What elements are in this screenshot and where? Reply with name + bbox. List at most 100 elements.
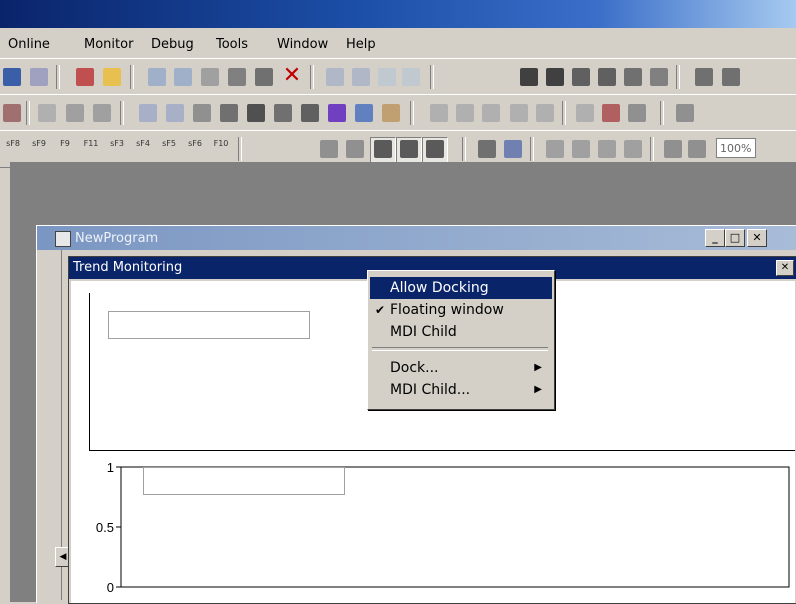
delete-contact-icon[interactable] [352, 68, 370, 86]
insert-contact-icon[interactable] [326, 68, 344, 86]
program-window-title: NewProgram [75, 231, 159, 246]
find-next-icon[interactable] [546, 68, 564, 86]
variable-icon[interactable] [355, 104, 373, 122]
module-icon[interactable] [76, 68, 94, 86]
line-icon[interactable] [378, 68, 396, 86]
contact-p-icon[interactable] [482, 104, 500, 122]
fkey-f11-icon[interactable]: F11 [80, 139, 102, 161]
trend-close-button[interactable]: ✕ [776, 260, 794, 276]
network-icon[interactable] [193, 104, 211, 122]
pen-icon[interactable] [38, 104, 56, 122]
trend-icon[interactable] [328, 104, 346, 122]
trend-chart-pane: 1 0.5 0 [71, 453, 795, 603]
upload-icon[interactable] [598, 140, 616, 158]
y-tick-label: 0.5 [96, 520, 114, 535]
toolbar-separator [56, 65, 60, 89]
menu-monitor[interactable]: Monitor [84, 37, 133, 52]
download-icon[interactable] [572, 140, 590, 158]
fkey-sf8-icon[interactable]: sF8 [2, 139, 24, 161]
checkmark-icon: ✔ [375, 303, 386, 317]
menu-allow-docking[interactable]: Allow Docking [370, 277, 552, 299]
fkey-sf3-icon[interactable]: sF3 [106, 139, 128, 161]
program-window-title-bar[interactable]: NewProgram _ □ ✕ [37, 226, 796, 250]
close-button[interactable]: ✕ [747, 229, 767, 247]
menu-window[interactable]: Window [277, 37, 328, 52]
menu-mdi-child-sub[interactable]: MDI Child... ▶ [370, 379, 552, 401]
connect-icon[interactable] [3, 68, 21, 86]
contact-nc-icon[interactable] [456, 104, 474, 122]
program-window-icon [55, 231, 71, 247]
output-icon[interactable] [628, 104, 646, 122]
window-buttons: _ □ ✕ [705, 229, 777, 247]
toolbar-standard: ✕ [0, 58, 796, 96]
menu-mdi-child[interactable]: MDI Child [370, 321, 552, 343]
find-icon[interactable] [520, 68, 538, 86]
menu-online[interactable]: Online [8, 37, 50, 52]
fkey-sf6-icon[interactable]: sF6 [184, 139, 206, 161]
fkey-sf5-icon[interactable]: sF5 [158, 139, 180, 161]
contact-no-icon[interactable] [430, 104, 448, 122]
fkey-f10-icon[interactable]: F10 [210, 139, 232, 161]
menu-tools[interactable]: Tools [216, 37, 248, 52]
export-icon[interactable] [220, 104, 238, 122]
zoom-level-field[interactable]: 100% [716, 138, 756, 158]
menu-debug[interactable]: Debug [151, 37, 194, 52]
zoom-out-icon[interactable] [688, 140, 706, 158]
print-icon[interactable] [139, 104, 157, 122]
display-icon[interactable] [382, 104, 400, 122]
menu-dock-label: Dock... [390, 360, 439, 376]
comment-icon[interactable] [320, 140, 338, 158]
paste-icon[interactable] [255, 68, 273, 86]
fkey-f9-icon[interactable]: F9 [54, 139, 76, 161]
compare-icon[interactable] [624, 140, 642, 158]
window-icon[interactable] [3, 104, 21, 122]
monitor-icon[interactable] [274, 104, 292, 122]
maximize-button[interactable]: □ [725, 229, 745, 247]
print-preview-icon[interactable] [166, 104, 184, 122]
chip-icon[interactable] [66, 104, 84, 122]
bookmark-next-icon[interactable] [722, 68, 740, 86]
more-tools-icon[interactable] [676, 104, 694, 122]
verify-icon[interactable] [546, 140, 564, 158]
tool-icon[interactable] [93, 104, 111, 122]
cut-icon[interactable] [201, 68, 219, 86]
replace-icon[interactable] [572, 68, 590, 86]
menu-floating-window[interactable]: ✔ Floating window [370, 299, 552, 321]
function-block-icon[interactable] [602, 104, 620, 122]
menu-dock[interactable]: Dock... ▶ [370, 357, 552, 379]
copy-icon[interactable] [228, 68, 246, 86]
bookmark-icon[interactable] [695, 68, 713, 86]
view-toggle-1-icon [374, 140, 392, 158]
table-icon[interactable] [504, 140, 522, 158]
help-balloon-icon[interactable] [103, 68, 121, 86]
minimize-button[interactable]: _ [705, 229, 725, 247]
replace-next-icon[interactable] [598, 68, 616, 86]
submenu-arrow-icon: ▶ [534, 384, 542, 395]
calc-icon[interactable] [478, 140, 496, 158]
context-menu: Allow Docking ✔ Floating window MDI Chil… [367, 270, 555, 410]
toolbar-separator [26, 101, 30, 125]
function-icon[interactable] [576, 104, 594, 122]
toolbar-view [0, 94, 796, 132]
label-icon[interactable] [346, 140, 364, 158]
disconnect-icon[interactable] [30, 68, 48, 86]
toolbar-separator [676, 65, 680, 89]
fkey-sf4-icon[interactable]: sF4 [132, 139, 154, 161]
undo-icon[interactable] [148, 68, 166, 86]
memory-icon[interactable] [301, 104, 319, 122]
menu-mdi-child-sub-label: MDI Child... [390, 382, 471, 398]
redo-icon[interactable] [174, 68, 192, 86]
grid-icon[interactable] [247, 104, 265, 122]
menu-help[interactable]: Help [346, 37, 376, 52]
zoom-in-icon[interactable] [664, 140, 682, 158]
delete-line-icon[interactable] [402, 68, 420, 86]
contact-n-icon[interactable] [510, 104, 528, 122]
y-tick-label: 1 [107, 460, 114, 475]
device-icon[interactable] [650, 68, 668, 86]
cross-reference-icon[interactable] [624, 68, 642, 86]
toolbar-separator [530, 137, 534, 161]
coil-icon[interactable] [536, 104, 554, 122]
fkey-sf9-icon[interactable]: sF9 [28, 139, 50, 161]
view-toggle-2-icon [400, 140, 418, 158]
delete-icon[interactable]: ✕ [282, 65, 302, 87]
